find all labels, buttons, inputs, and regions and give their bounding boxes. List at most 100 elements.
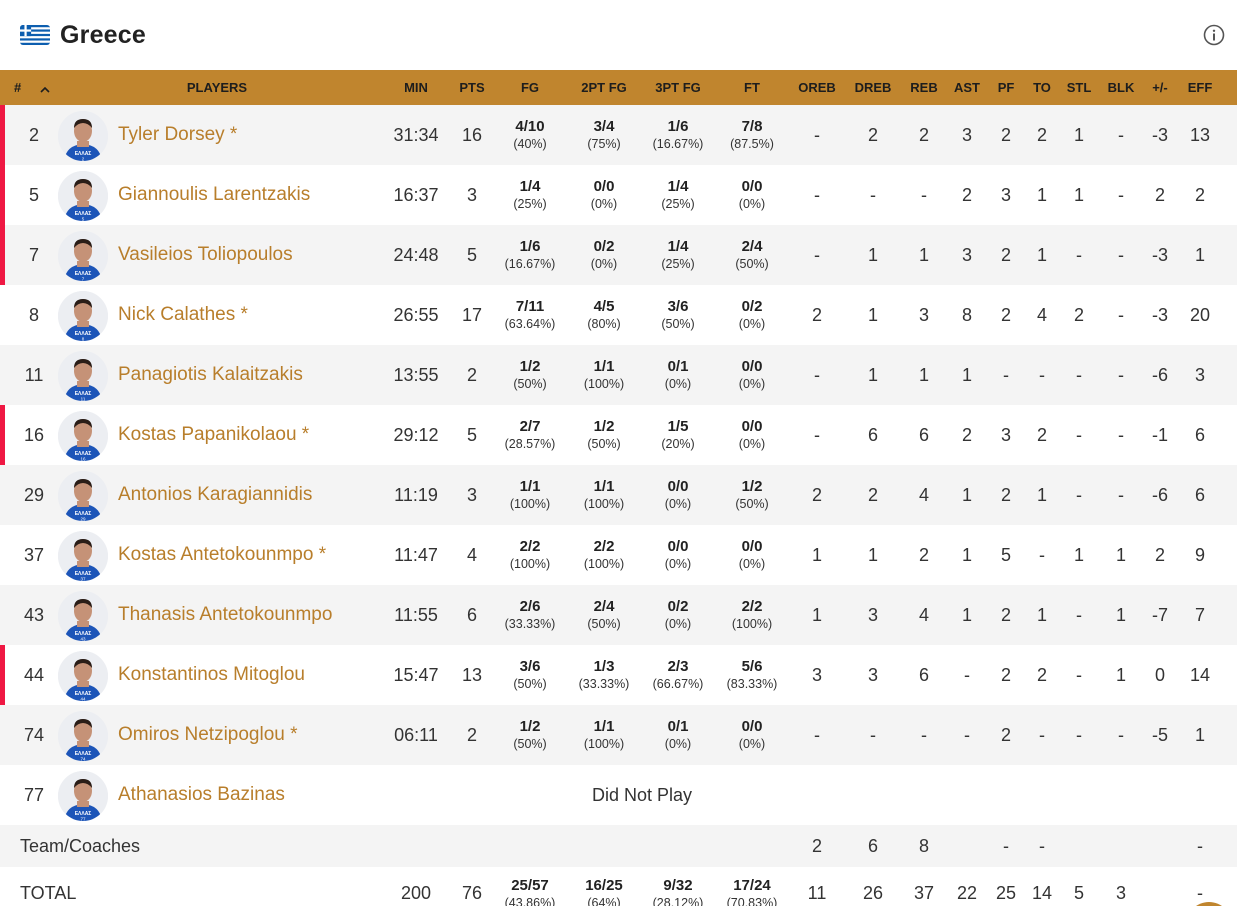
avatar[interactable]: ΕΛΛΑΣ 16: [58, 411, 108, 461]
stat-pm: 0: [1154, 665, 1165, 685]
avatar[interactable]: ΕΛΛΑΣ 43: [58, 591, 108, 641]
avatar[interactable]: ΕΛΛΑΣ 29: [58, 471, 108, 521]
column-header-reb[interactable]: REB: [904, 70, 944, 105]
table-row[interactable]: 5 ΕΛΛΑΣ 5 Giannoulis Larentzakis 16:37 3 1/4 (2…: [0, 165, 1237, 225]
table-row[interactable]: 29 ΕΛΛΑΣ 29 Antonios Karagiannidis 11:19 3 1/1…: [0, 465, 1237, 525]
svg-text:77: 77: [80, 817, 86, 822]
table-row[interactable]: 7 ΕΛΛΑΣ 7 Vasileios Toliopoulos 24:48 5 1/6 (16…: [0, 225, 1237, 285]
jersey-number: 2: [28, 125, 39, 145]
stat-pm: -5: [1151, 725, 1168, 745]
column-header-oreb[interactable]: OREB: [792, 70, 842, 105]
player-name-link[interactable]: Nick Calathes *: [118, 285, 248, 345]
fg3-percentage: (25%): [661, 197, 695, 211]
table-row[interactable]: 77 ΕΛΛΑΣ 77 Athanasios Bazinas Did Not Play: [0, 765, 1237, 825]
player-name-link[interactable]: Tyler Dorsey *: [118, 105, 237, 165]
stat-oreb: 1: [811, 545, 822, 565]
stat-to: -: [1039, 365, 1045, 385]
fg-made-attempted: 4/10: [515, 118, 545, 135]
ft-made-attempted: 0/0: [741, 538, 763, 555]
stat-blk: -: [1118, 245, 1124, 265]
avatar[interactable]: ΕΛΛΑΣ 37: [58, 531, 108, 581]
column-header-players[interactable]: PLAYERS: [157, 70, 277, 105]
avatar[interactable]: ΕΛΛΑΣ 74: [58, 711, 108, 761]
stat-ast: -: [964, 665, 970, 685]
table-row[interactable]: 43 ΕΛΛΑΣ 43 Thanasis Antetokounmpo 11:55 6 2/6…: [0, 585, 1237, 645]
table-row[interactable]: 8 ΕΛΛΑΣ 8 Nick Calathes * 26:55 17 7/11 (63.64%…: [0, 285, 1237, 345]
player-name-link[interactable]: Giannoulis Larentzakis: [118, 165, 310, 225]
table-row[interactable]: 16 ΕΛΛΑΣ 16 Kostas Papanikolaou * 29:12 5 2/7(…: [0, 405, 1237, 465]
chevron-up-icon[interactable]: [40, 81, 50, 96]
stat-pf: 2: [1000, 485, 1011, 505]
stat-ft: 0/0 (0%): [717, 358, 787, 398]
column-header-ft[interactable]: FT: [717, 70, 787, 105]
avatar[interactable]: ΕΛΛΑΣ 7: [58, 231, 108, 281]
avatar[interactable]: ΕΛΛΑΣ 77: [58, 771, 108, 821]
info-icon[interactable]: [1203, 24, 1225, 46]
player-name-link[interactable]: Kostas Papanikolaou *: [118, 405, 309, 465]
avatar[interactable]: ΕΛΛΑΣ 5: [58, 171, 108, 221]
avatar[interactable]: ΕΛΛΑΣ 2: [58, 111, 108, 161]
table-row[interactable]: 11 ΕΛΛΑΣ 11 Panagiotis Kalaitzakis 13:55 2 1/2…: [0, 345, 1237, 405]
fg3-made-attempted: 1/6: [667, 118, 689, 135]
ft-percentage: (0%): [738, 737, 766, 751]
fg2-percentage: (80%): [587, 317, 621, 331]
stat-fg2: 1/1 (100%): [569, 478, 639, 518]
column-header-pm[interactable]: +/-: [1140, 70, 1180, 105]
stat-pm: 2: [1154, 545, 1165, 565]
column-header-fg2[interactable]: 2PT FG: [569, 70, 639, 105]
avatar[interactable]: ΕΛΛΑΣ 8: [58, 291, 108, 341]
player-name-link[interactable]: Vasileios Toliopoulos: [118, 225, 293, 285]
ft-made-attempted: 0/0: [741, 358, 763, 375]
jersey-number: 74: [23, 725, 45, 745]
avatar[interactable]: ΕΛΛΑΣ 44: [58, 651, 108, 701]
column-header-fg3[interactable]: 3PT FG: [643, 70, 713, 105]
minutes: 26:55: [393, 305, 439, 325]
player-name-link[interactable]: Omiros Netzipoglou *: [118, 705, 298, 765]
jersey-number: 11: [24, 365, 44, 385]
stat-stl: -: [1076, 245, 1082, 265]
player-name-link[interactable]: Panagiotis Kalaitzakis: [118, 345, 303, 405]
column-header-dreb[interactable]: DREB: [848, 70, 898, 105]
ft-percentage: (100%): [731, 617, 773, 631]
player-name-link[interactable]: Athanasios Bazinas: [118, 765, 285, 825]
fg-percentage: (40%): [513, 137, 547, 151]
team-stat-pf: -: [1003, 836, 1009, 856]
jersey-number: 7: [28, 245, 39, 265]
total-ft: 17/24 (70.83%): [717, 877, 787, 906]
table-row[interactable]: 2 ΕΛΛΑΣ 2 Tyler Dorsey * 31:34 16 4/10 (40%) 3/4…: [0, 105, 1237, 165]
column-header-to[interactable]: TO: [1024, 70, 1060, 105]
stat-blk: -: [1118, 185, 1124, 205]
stat-ft: 0/0 (0%): [717, 538, 787, 578]
table-row[interactable]: 74 ΕΛΛΑΣ 74 Omiros Netzipoglou * 06:11 2 1/2 (5…: [0, 705, 1237, 765]
stat-ft: 7/8 (87.5%): [717, 118, 787, 158]
player-name-link[interactable]: Konstantinos Mitoglou: [118, 645, 305, 705]
column-header-eff[interactable]: EFF: [1180, 70, 1220, 105]
stat-pf: 2: [1000, 245, 1011, 265]
column-header-pts[interactable]: PTS: [452, 70, 492, 105]
stat-pf: 2: [1000, 725, 1011, 745]
player-name-link[interactable]: Thanasis Antetokounmpo: [118, 585, 332, 645]
stat-dreb: 1: [867, 365, 878, 385]
column-header-min[interactable]: MIN: [386, 70, 446, 105]
ft-percentage: (0%): [738, 197, 766, 211]
table-row[interactable]: 37 ΕΛΛΑΣ 37 Kostas Antetokounmpo * 11:47 4 2/2…: [0, 525, 1237, 585]
svg-text:74: 74: [80, 757, 86, 762]
table-row[interactable]: 44 ΕΛΛΑΣ 44 Konstantinos Mitoglou 15:47 13 3/6…: [0, 645, 1237, 705]
fg2-made-attempted: 3/4: [593, 118, 615, 135]
stat-eff: 6: [1194, 485, 1205, 505]
stat-pf: 5: [1000, 545, 1011, 565]
player-name-link[interactable]: Kostas Antetokounmpo *: [118, 525, 326, 585]
column-header-blk[interactable]: BLK: [1103, 70, 1139, 105]
team-stat-dreb: 6: [867, 836, 878, 856]
column-header-pf[interactable]: PF: [988, 70, 1024, 105]
column-header-fg[interactable]: FG: [495, 70, 565, 105]
avatar[interactable]: ΕΛΛΑΣ 11: [58, 351, 108, 401]
stat-fg3: 1/4 (25%): [643, 238, 713, 278]
fg2-made-attempted: 2/2: [593, 538, 615, 555]
stat-pm: -6: [1151, 485, 1168, 505]
column-header-stl[interactable]: STL: [1061, 70, 1097, 105]
player-name-link[interactable]: Antonios Karagiannidis: [118, 465, 312, 525]
column-header-ast[interactable]: AST: [947, 70, 987, 105]
stat-oreb: -: [814, 185, 820, 205]
stat-eff: 1: [1194, 245, 1205, 265]
